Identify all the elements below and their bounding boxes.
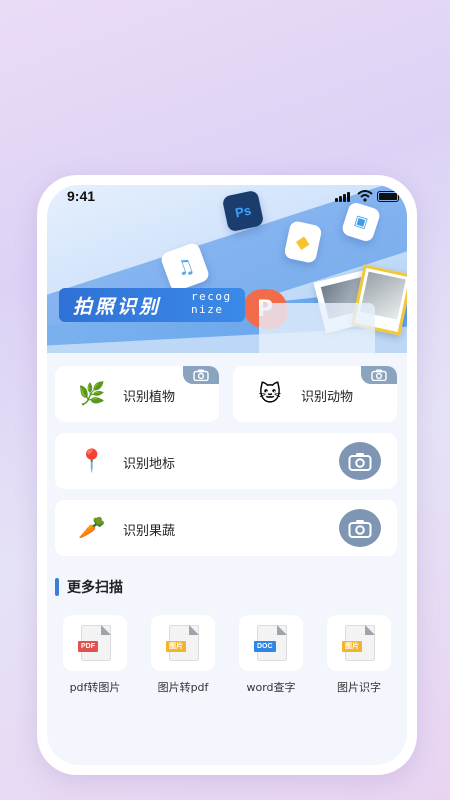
recognize-fruit-label: 识别果蔬 [123,524,176,539]
image-file-icon: 图片 [166,625,199,661]
recognize-plant-card[interactable]: 🌿 识别植物 [55,366,219,422]
tool-label: pdf转图片 [69,681,121,694]
tool-pdf-to-image[interactable]: PDF pdf转图片 [55,615,135,695]
status-time: 9:41 [67,188,96,204]
recognize-landmark-label: 识别地标 [123,457,176,472]
tool-word-lookup[interactable]: DOC word查字 [231,615,311,695]
battery-icon [377,191,399,202]
camera-icon [348,519,372,538]
recognize-animal-label: 识别动物 [301,390,354,405]
pdf-file-icon: PDF [78,625,111,661]
glass-panel [259,303,375,353]
tool-label: word查字 [246,681,296,694]
status-bar: 9:41 [47,185,407,207]
camera-button[interactable] [339,442,381,480]
section-accent-bar [55,578,59,596]
app-screen: Ps ♫ ◆ ▣ P 拍照识别 recog nize 9:41 [47,185,407,765]
recognize-fruit-card[interactable]: 🥕 识别果蔬 [55,500,397,556]
section-title: 更多扫描 [67,580,123,596]
recognize-landmark-card[interactable]: 📍 识别地标 [55,433,397,489]
vegetable-icon: 🥕 [78,515,106,541]
banner-subtitle: recog nize [191,290,232,316]
banner-title-text: 拍照识别 [73,296,162,318]
banner[interactable]: Ps ♫ ◆ ▣ P 拍照识别 recog nize 9:41 [47,185,407,353]
animal-icon: 🐱 [258,381,282,407]
recognize-animal-card[interactable]: 🐱 识别动物 [233,366,397,422]
camera-icon[interactable] [361,366,397,384]
recognize-plant-label: 识别植物 [123,390,176,405]
tool-tile: 图片 [327,615,391,671]
tool-tile: DOC [239,615,303,671]
tool-image-ocr[interactable]: 图片 图片识字 [319,615,399,695]
plant-icon: 🌿 [78,381,106,407]
phone-frame: Ps ♫ ◆ ▣ P 拍照识别 recog nize 9:41 [37,175,417,775]
tool-tile: PDF [63,615,127,671]
tool-label: 图片识字 [337,681,381,694]
doc-file-icon: DOC [254,625,287,661]
tool-tile: 图片 [151,615,215,671]
tool-label: 图片转pdf [157,681,209,694]
location-pin-icon: 📍 [78,448,106,474]
wifi-icon [357,190,373,202]
image-file-icon: 图片 [342,625,375,661]
camera-icon [348,452,372,471]
more-scan-header: 更多扫描 [55,577,123,597]
camera-icon[interactable] [183,366,219,384]
tool-image-to-pdf[interactable]: 图片 图片转pdf [143,615,223,695]
signal-icon [335,192,353,202]
banner-title: 拍照识别 recog nize [59,288,245,322]
camera-button[interactable] [339,509,381,547]
